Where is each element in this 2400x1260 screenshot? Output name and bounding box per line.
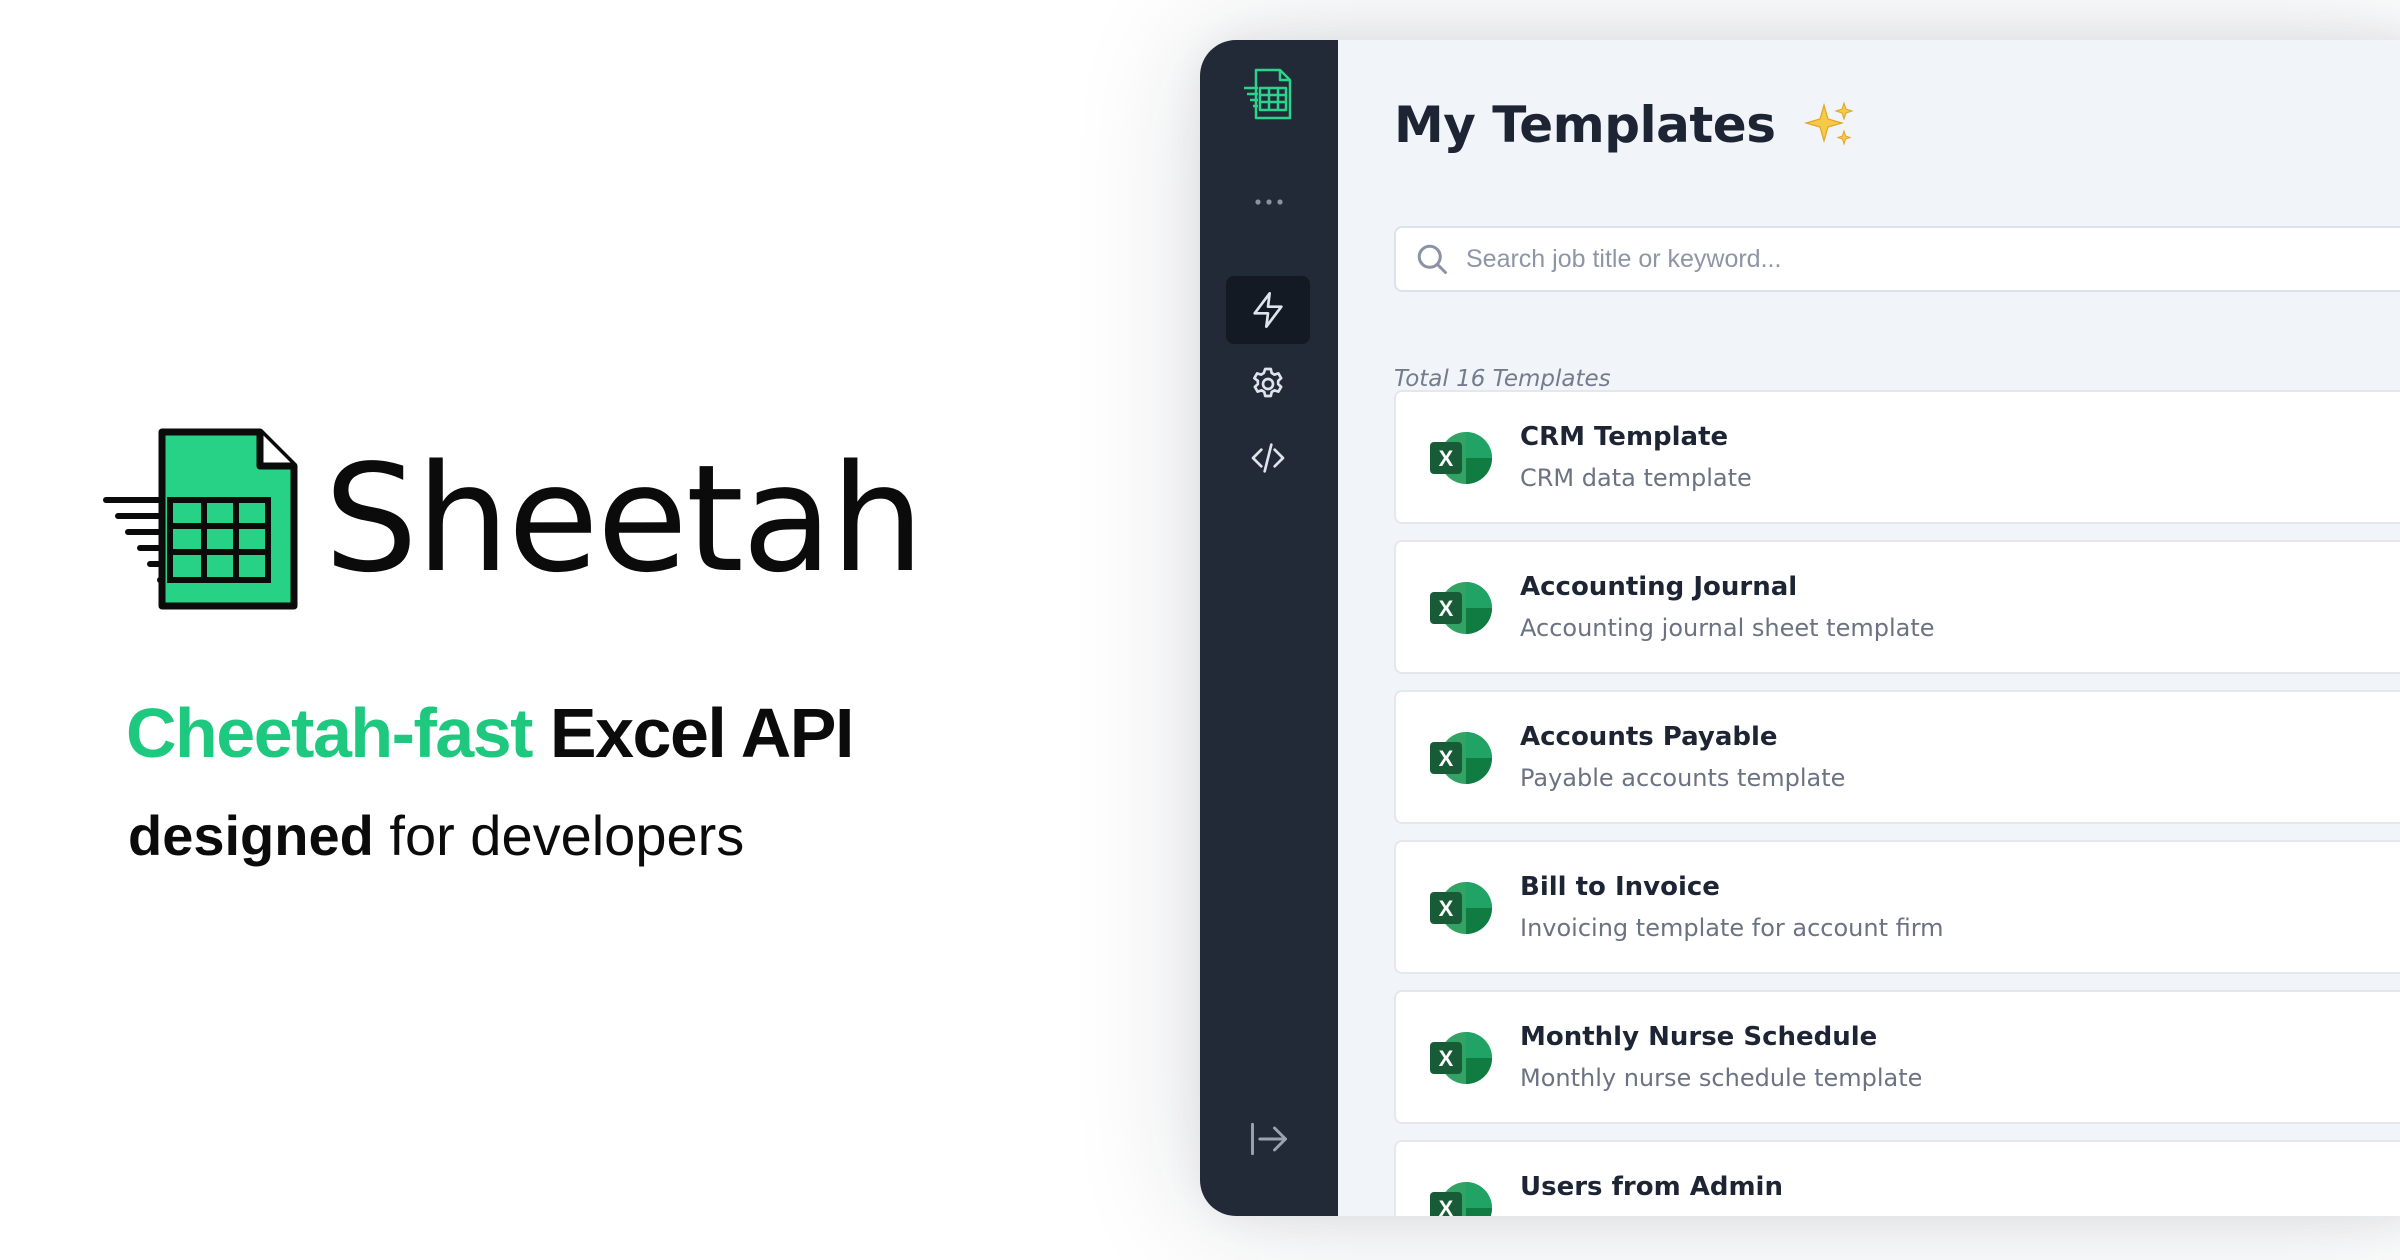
hero-section: Sheetah Cheetah-fast Excel API designed … (0, 0, 1120, 1260)
sidebar-item-code[interactable] (1226, 424, 1310, 492)
template-count: Total 16 Templates (1394, 366, 1611, 392)
sparkles-icon (1804, 100, 1854, 146)
excel-file-icon: X (1430, 1182, 1492, 1216)
search-bar (1394, 226, 2400, 292)
app-window: My Templates Total 16 Templates (1200, 40, 2400, 1216)
svg-text:X: X (1439, 596, 1454, 621)
headline: Cheetah-fast Excel API (126, 698, 854, 768)
spreadsheet-logo-icon[interactable] (1242, 66, 1296, 122)
gear-icon (1253, 367, 1283, 398)
page-title-text: My Templates (1394, 96, 1776, 154)
excel-file-icon: X (1430, 582, 1492, 634)
svg-text:X: X (1439, 446, 1454, 471)
collapse-arrow-icon (1251, 1122, 1287, 1156)
collapse-sidebar-button[interactable] (1246, 1116, 1292, 1162)
template-description: Invoicing template for account firm (1520, 914, 1944, 942)
subheadline-rest: for developers (389, 804, 745, 867)
template-description: Payable accounts template (1520, 764, 1846, 792)
svg-text:X: X (1439, 1196, 1454, 1216)
sidebar-item-lightning[interactable] (1226, 276, 1310, 344)
template-description: CRM data template (1520, 464, 1752, 492)
code-icon (1251, 443, 1285, 473)
brand-name: Sheetah (324, 433, 924, 605)
template-card[interactable]: X CRM Template CRM data template (1394, 390, 2400, 524)
sidebar (1200, 40, 1338, 1216)
template-title: Monthly Nurse Schedule (1520, 1022, 1878, 1052)
page-title: My Templates (1394, 96, 1856, 155)
lightning-icon (1253, 292, 1283, 328)
brand-lockup: Sheetah (100, 428, 924, 610)
template-title: CRM Template (1520, 422, 1729, 452)
excel-file-icon: X (1430, 1032, 1492, 1084)
excel-file-icon: X (1430, 882, 1492, 934)
template-description: Accounting journal sheet template (1520, 614, 1935, 642)
more-dots-icon[interactable] (1244, 190, 1294, 214)
template-card[interactable]: X Users from Admin (1394, 1140, 2400, 1216)
template-card[interactable]: X Bill to Invoice Invoicing template for… (1394, 840, 2400, 974)
excel-file-icon: X (1430, 432, 1492, 484)
template-card[interactable]: X Monthly Nurse Schedule Monthly nurse s… (1394, 990, 2400, 1124)
svg-text:X: X (1439, 746, 1454, 771)
subheadline: designed for developers (128, 808, 744, 864)
headline-rest: Excel API (549, 694, 854, 772)
headline-accent: Cheetah-fast (126, 694, 533, 772)
sheetah-logo-icon (103, 428, 298, 610)
template-title: Bill to Invoice (1520, 872, 1720, 902)
template-card[interactable]: X Accounting Journal Accounting journal … (1394, 540, 2400, 674)
search-icon (1417, 244, 1447, 274)
template-title: Accounts Payable (1520, 722, 1778, 752)
main-content: My Templates Total 16 Templates (1338, 40, 2400, 1216)
template-title: Accounting Journal (1520, 572, 1798, 602)
sidebar-item-settings[interactable] (1226, 350, 1310, 418)
template-description: Monthly nurse schedule template (1520, 1064, 1923, 1092)
svg-text:X: X (1439, 896, 1454, 921)
subheadline-strong: designed (128, 804, 374, 867)
template-card[interactable]: X Accounts Payable Payable accounts temp… (1394, 690, 2400, 824)
template-title: Users from Admin (1520, 1172, 1783, 1202)
excel-file-icon: X (1430, 732, 1492, 784)
search-input[interactable] (1464, 227, 2400, 291)
svg-text:X: X (1439, 1046, 1454, 1071)
